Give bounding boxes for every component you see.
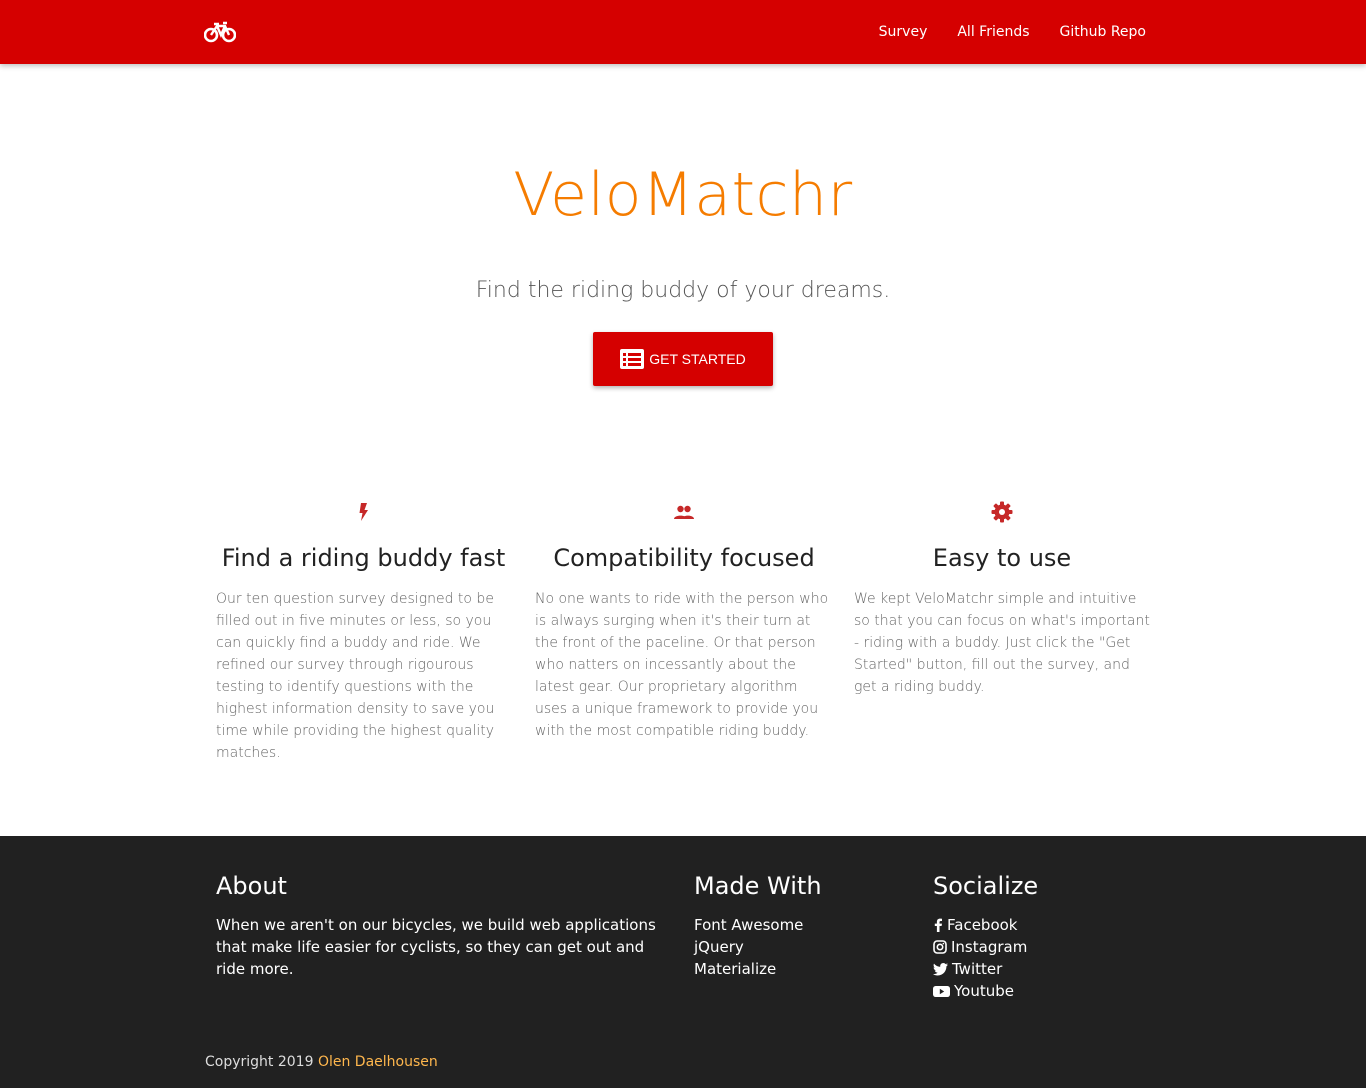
nav-link-survey[interactable]: Survey	[879, 24, 928, 40]
copyright-text: Copyright 2019	[205, 1054, 314, 1070]
list-item: Materialize	[694, 958, 894, 980]
footer-about: About When we aren't on our bicycles, we…	[216, 872, 656, 980]
copyright-author-link[interactable]: Olen Daelhousen	[318, 1054, 438, 1070]
facebook-icon	[934, 918, 942, 932]
footer-socialize: Socialize Facebook Instagram Twitter You…	[933, 872, 1153, 1002]
social-instagram-label[interactable]: Instagram	[951, 936, 1027, 958]
feature-title: Compatibility focused	[553, 544, 815, 572]
hero-title: VeloMatchr	[513, 160, 853, 230]
social-list: Facebook Instagram Twitter Youtube	[933, 914, 1153, 1002]
top-navbar: Survey All Friends Github Repo	[0, 0, 1366, 64]
footer-about-text: When we aren't on our bicycles, we build…	[216, 916, 656, 978]
gear-icon	[991, 501, 1013, 523]
social-twitter[interactable]: Twitter	[933, 958, 1153, 980]
footer-social-title: Socialize	[933, 872, 1039, 900]
page-footer: About When we aren't on our bicycles, we…	[0, 836, 1366, 1088]
nav-links: Survey All Friends Github Repo	[849, 0, 1146, 64]
link-font-awesome[interactable]: Font Awesome	[694, 914, 803, 936]
footer-about-title: About	[216, 872, 287, 900]
get-started-button[interactable]: GET STARTED	[593, 332, 773, 386]
feature-easy: Easy to use We kept VeloMatchr simple an…	[854, 500, 1150, 698]
social-twitter-label[interactable]: Twitter	[952, 958, 1002, 980]
bolt-icon	[359, 503, 368, 521]
link-materialize[interactable]: Materialize	[694, 958, 776, 980]
feature-text: We kept VeloMatchr simple and intuitive …	[854, 591, 1150, 695]
social-instagram[interactable]: Instagram	[933, 936, 1153, 958]
footer-made-title: Made With	[694, 872, 822, 900]
social-youtube[interactable]: Youtube	[933, 980, 1153, 1002]
footer-made-with: Made With Font Awesome jQuery Materializ…	[694, 872, 894, 980]
hero-subtitle: Find the riding buddy of your dreams.	[475, 278, 891, 303]
nav-link-github-repo[interactable]: Github Repo	[1060, 24, 1146, 40]
list-icon	[620, 349, 645, 369]
feature-title: Find a riding buddy fast	[221, 544, 506, 572]
social-facebook-label[interactable]: Facebook	[947, 914, 1017, 936]
feature-fast: Find a riding buddy fast Our ten questio…	[216, 500, 511, 764]
feature-text: No one wants to ride with the person who…	[535, 591, 829, 739]
feature-title: Easy to use	[932, 544, 1072, 572]
twitter-icon	[933, 962, 948, 975]
bicycle-icon[interactable]	[204, 20, 236, 44]
list-item: jQuery	[694, 936, 894, 958]
get-started-label: GET STARTED	[649, 351, 746, 367]
list-item: Font Awesome	[694, 914, 894, 936]
social-facebook[interactable]: Facebook	[933, 914, 1153, 936]
youtube-icon	[933, 985, 950, 997]
copyright: Copyright 2019 Olen Daelhousen	[205, 1054, 438, 1070]
feature-compatibility: Compatibility focused No one wants to ri…	[535, 500, 833, 742]
nav-link-all-friends[interactable]: All Friends	[957, 24, 1029, 40]
link-jquery[interactable]: jQuery	[694, 936, 744, 958]
instagram-icon	[933, 940, 947, 954]
social-youtube-label[interactable]: Youtube	[954, 980, 1014, 1002]
group-icon	[674, 505, 694, 519]
feature-text: Our ten question survey designed to be f…	[216, 591, 495, 761]
made-with-list: Font Awesome jQuery Materialize	[694, 914, 894, 980]
